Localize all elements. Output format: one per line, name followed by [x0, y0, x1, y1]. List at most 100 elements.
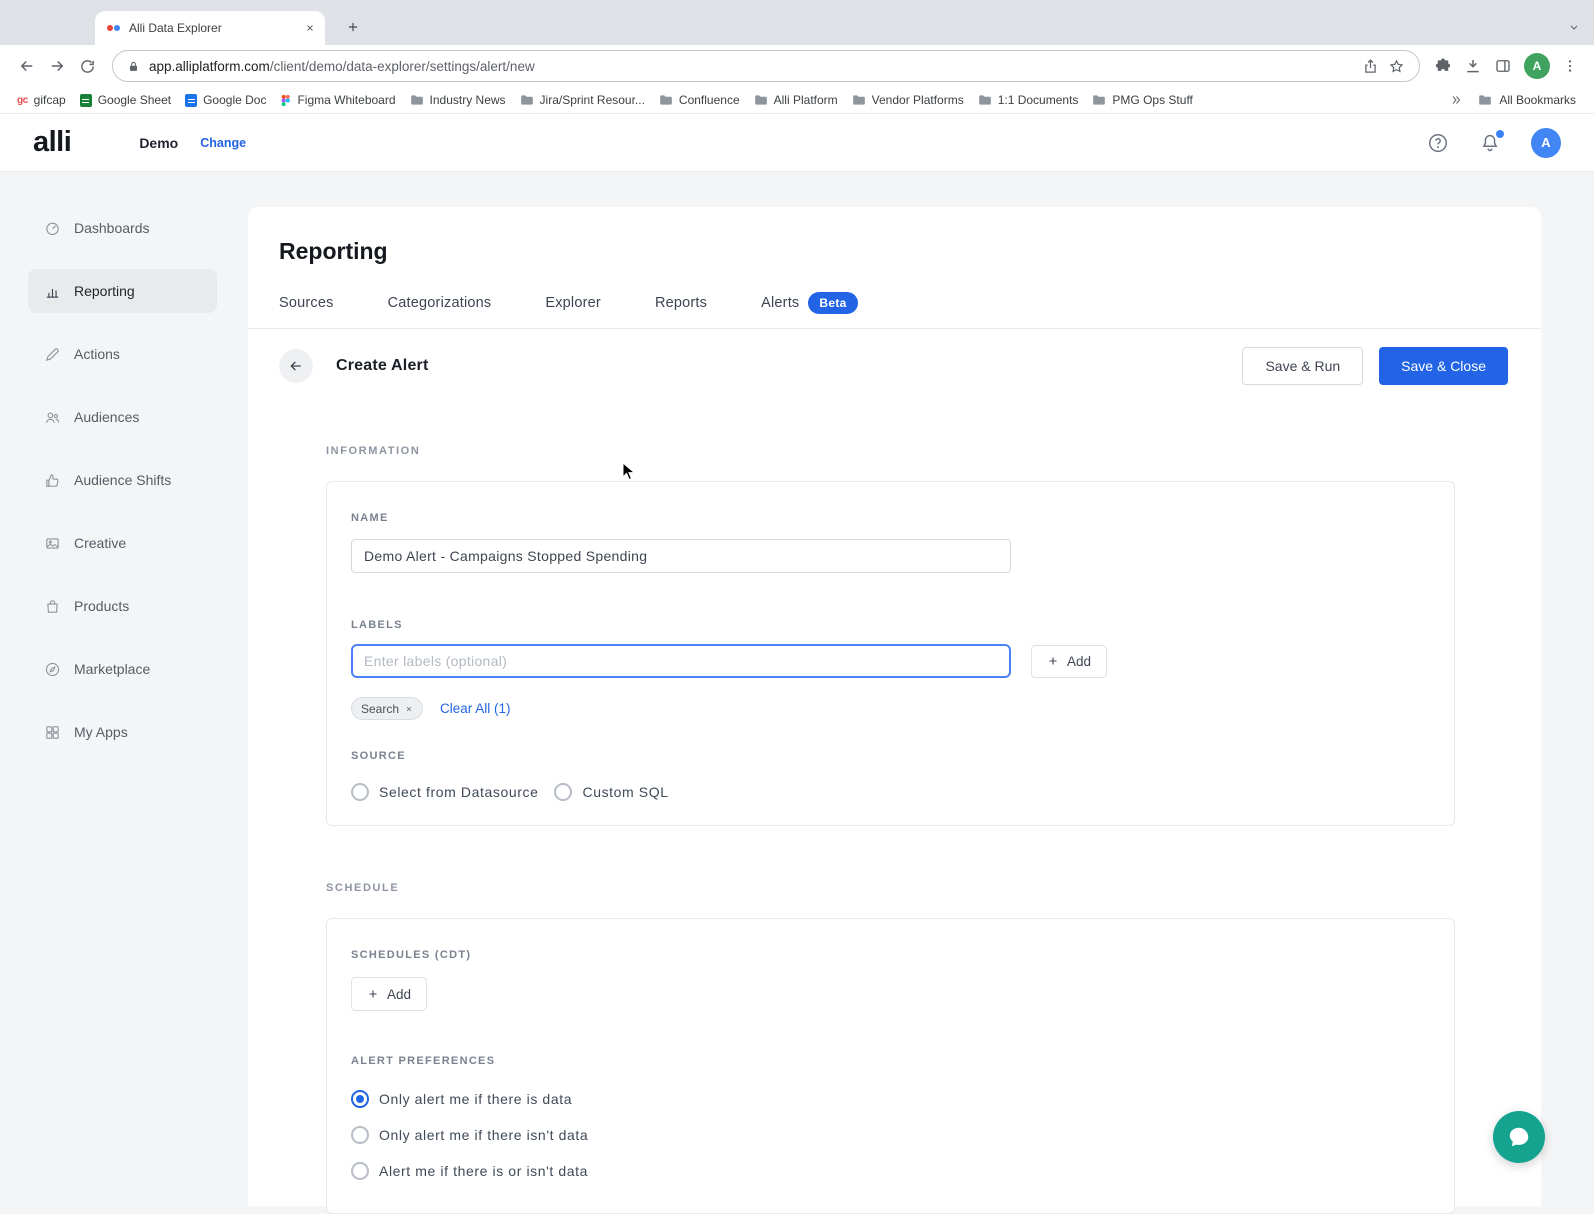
- reporting-panel: Reporting Sources Categorizations Explor…: [248, 207, 1541, 1214]
- audiences-icon: [45, 412, 60, 423]
- address-bar[interactable]: app.alliplatform.com/client/demo/data-ex…: [112, 50, 1420, 82]
- bookmark-google-doc[interactable]: Google Doc: [178, 90, 273, 110]
- labels-input[interactable]: [351, 644, 1011, 678]
- browser-toolbar: app.alliplatform.com/client/demo/data-ex…: [0, 45, 1594, 87]
- tab-categorizations[interactable]: Categorizations: [388, 295, 492, 311]
- side-panel-icon[interactable]: [1494, 57, 1512, 75]
- lock-icon: [127, 60, 140, 73]
- all-bookmarks-icon: [1478, 94, 1492, 106]
- audience-shifts-icon: [46, 473, 59, 487]
- sidebar: Dashboards Reporting Actions Audiences A…: [0, 172, 248, 1206]
- creative-icon: [46, 537, 59, 549]
- change-client-link[interactable]: Change: [200, 136, 246, 150]
- client-name: Demo: [139, 134, 179, 151]
- my-apps-icon: [46, 725, 59, 739]
- figma-icon: [280, 94, 291, 107]
- folder-icon: [754, 94, 768, 106]
- beta-badge: Beta: [808, 292, 858, 314]
- add-schedule-button[interactable]: Add: [351, 977, 428, 1011]
- bookmark-folder-11-documents[interactable]: 1:1 Documents: [971, 90, 1086, 110]
- share-icon[interactable]: [1362, 58, 1379, 75]
- bookmark-folder-vendor-platforms[interactable]: Vendor Platforms: [845, 90, 971, 110]
- bookmark-star-icon[interactable]: [1388, 58, 1405, 75]
- information-section-label: INFORMATION: [326, 445, 421, 457]
- source-option-custom-sql[interactable]: Custom SQL: [554, 783, 668, 801]
- sidebar-item-reporting[interactable]: Reporting: [28, 269, 217, 313]
- bookmarks-overflow-chevron-icon[interactable]: [1442, 94, 1470, 106]
- plus-icon: [1049, 657, 1057, 665]
- app-header: alli Demo Change A: [0, 114, 1594, 172]
- alert-name-input[interactable]: [351, 539, 1011, 573]
- bookmark-folder-alli-platform[interactable]: Alli Platform: [747, 90, 845, 110]
- browser-tab-strip: Alli Data Explorer: [0, 0, 1594, 45]
- browser-tab[interactable]: Alli Data Explorer: [95, 11, 325, 45]
- browser-profile-avatar[interactable]: A: [1524, 53, 1550, 79]
- bookmark-folder-confluence[interactable]: Confluence: [652, 90, 747, 110]
- bookmark-gifcap[interactable]: gc gifcap: [10, 90, 73, 110]
- extensions-icon[interactable]: [1434, 57, 1452, 75]
- new-tab-button[interactable]: [340, 14, 366, 40]
- chat-widget-button[interactable]: [1493, 1111, 1545, 1163]
- tab-search-chevron-icon[interactable]: [1568, 21, 1580, 33]
- user-avatar[interactable]: A: [1531, 127, 1561, 158]
- browser-menu-icon[interactable]: [1562, 58, 1578, 74]
- tab-reports[interactable]: Reports: [655, 295, 707, 311]
- source-label: SOURCE: [351, 750, 406, 762]
- bookmark-folder-pmg-ops[interactable]: PMG Ops Stuff: [1085, 90, 1199, 110]
- schedule-card: SCHEDULES (CDT) Add ALERT PREFERENCES On…: [326, 918, 1455, 1214]
- marketplace-icon: [45, 662, 60, 676]
- folder-icon: [1092, 94, 1106, 106]
- preference-option-either[interactable]: Alert me if there is or isn't data: [351, 1153, 1430, 1189]
- google-doc-icon: [185, 93, 198, 107]
- sidebar-item-my-apps[interactable]: My Apps: [28, 710, 217, 754]
- bookmark-google-sheet[interactable]: Google Sheet: [73, 90, 178, 110]
- sidebar-item-audiences[interactable]: Audiences: [28, 395, 217, 439]
- bookmarks-bar: gc gifcap Google Sheet Google Doc Figma W…: [0, 87, 1594, 114]
- sidebar-item-audience-shifts[interactable]: Audience Shifts: [28, 458, 217, 502]
- folder-icon: [659, 94, 673, 106]
- forward-button[interactable]: [42, 51, 72, 81]
- sidebar-item-creative[interactable]: Creative: [28, 521, 217, 565]
- all-bookmarks-button[interactable]: All Bookmarks: [1470, 90, 1584, 110]
- url-text: app.alliplatform.com/client/demo/data-ex…: [149, 58, 535, 74]
- reporting-icon: [46, 288, 59, 298]
- label-chip-search[interactable]: Search: [351, 697, 424, 720]
- radio-icon: [554, 783, 573, 801]
- plus-icon: [369, 990, 377, 998]
- folder-icon: [852, 94, 866, 106]
- bookmark-figma[interactable]: Figma Whiteboard: [273, 90, 402, 110]
- notification-dot: [1496, 129, 1504, 138]
- sidebar-item-marketplace[interactable]: Marketplace: [28, 647, 217, 691]
- tab-explorer[interactable]: Explorer: [545, 295, 601, 311]
- back-button-circle[interactable]: [279, 349, 313, 383]
- actions-icon: [45, 347, 59, 361]
- refresh-button[interactable]: [72, 51, 102, 81]
- source-option-datasource[interactable]: Select from Datasource: [351, 783, 538, 801]
- notifications-bell-icon[interactable]: [1479, 129, 1504, 154]
- save-run-button[interactable]: Save & Run: [1242, 347, 1364, 385]
- bookmark-folder-jira[interactable]: Jira/Sprint Resour...: [513, 90, 652, 110]
- sidebar-item-dashboards[interactable]: Dashboards: [28, 206, 217, 250]
- tab-alerts[interactable]: Alerts Beta: [761, 292, 858, 314]
- schedules-label: SCHEDULES (CDT): [351, 949, 472, 961]
- gifcap-icon: gc: [17, 94, 28, 106]
- downloads-icon[interactable]: [1464, 57, 1482, 75]
- clear-all-link[interactable]: Clear All (1): [440, 701, 511, 716]
- preference-option-no-data[interactable]: Only alert me if there isn't data: [351, 1117, 1430, 1153]
- information-card: NAME LABELS Add Search: [326, 481, 1455, 826]
- folder-icon: [978, 94, 992, 106]
- tab-close-icon[interactable]: [305, 23, 315, 33]
- chip-remove-icon: [406, 706, 412, 711]
- bookmark-folder-industry-news[interactable]: Industry News: [403, 90, 513, 110]
- preference-option-data[interactable]: Only alert me if there is data: [351, 1081, 1430, 1117]
- alli-logo[interactable]: alli: [33, 126, 72, 159]
- tab-sources[interactable]: Sources: [279, 295, 334, 311]
- add-label-button[interactable]: Add: [1031, 644, 1108, 678]
- reporting-tabs: Sources Categorizations Explorer Reports…: [279, 292, 1508, 314]
- save-close-button[interactable]: Save & Close: [1379, 347, 1508, 385]
- back-button[interactable]: [12, 51, 42, 81]
- sidebar-item-actions[interactable]: Actions: [28, 332, 217, 376]
- help-icon[interactable]: [1427, 132, 1449, 154]
- sidebar-item-products[interactable]: Products: [28, 584, 217, 628]
- chat-bubble-icon: [1509, 1127, 1529, 1147]
